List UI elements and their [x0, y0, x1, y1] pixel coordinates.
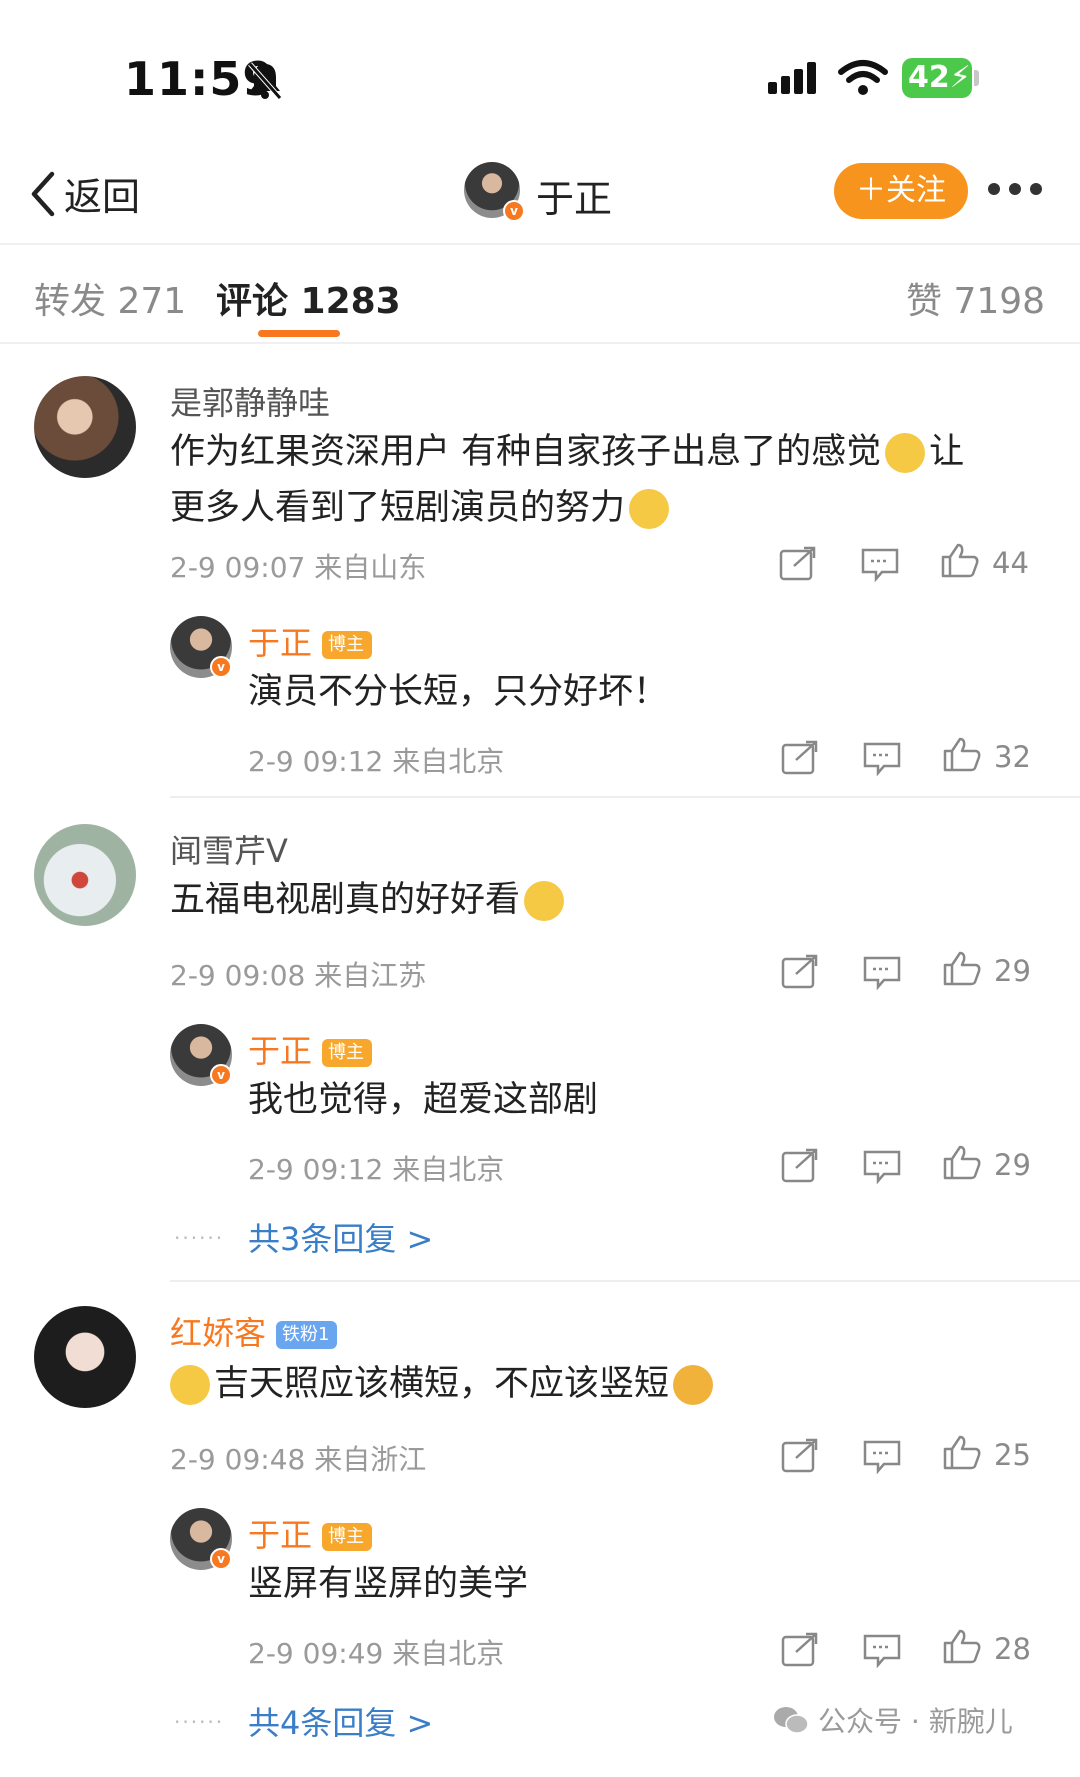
like-icon[interactable] [942, 1434, 982, 1470]
comment-meta: 2-9 09:48 来自浙江 [170, 1443, 427, 1476]
comment-icon[interactable] [862, 740, 902, 776]
like-icon[interactable] [940, 542, 980, 578]
comment-meta: 2-9 09:07 来自山东 [170, 551, 427, 584]
like-count: 44 [992, 546, 1029, 580]
avatar[interactable] [34, 376, 136, 478]
share-icon[interactable] [780, 1438, 820, 1474]
verified-icon: v [210, 1548, 232, 1570]
comment-meta: 2-9 09:08 来自江苏 [170, 959, 427, 992]
like-count: 32 [994, 740, 1031, 774]
replies-dots: ······ [174, 1226, 225, 1250]
reply-text: 竖屏有竖屏的美学 [248, 1564, 529, 1604]
reply-text: 演员不分长短，只分好坏！ [248, 672, 669, 712]
replies-dots: ······ [174, 1710, 225, 1734]
share-icon[interactable] [780, 1148, 820, 1184]
like-count: 25 [994, 1438, 1031, 1472]
active-tab-indicator [258, 330, 340, 337]
owner-badge: 博主 [322, 1039, 373, 1067]
share-icon[interactable] [778, 546, 818, 582]
like-icon[interactable] [942, 1628, 982, 1664]
reply-username[interactable]: 于正 博主 [248, 618, 373, 664]
comment-icon[interactable] [862, 1148, 902, 1184]
tab-reposts[interactable]: 转发 271 [34, 272, 186, 324]
reply-meta: 2-9 09:12 来自北京 [248, 745, 505, 778]
fan-badge: 铁粉1 [276, 1321, 338, 1349]
reply-username[interactable]: 于正 博主 [248, 1510, 373, 1556]
divider [0, 342, 1080, 344]
reply-meta: 2-9 09:12 来自北京 [248, 1153, 505, 1186]
comment-icon[interactable] [862, 1632, 902, 1668]
laugh-emoji-icon [170, 1365, 210, 1405]
avatar[interactable] [34, 1306, 136, 1408]
verified-icon: v [503, 200, 525, 222]
verified-icon: v [210, 656, 232, 678]
comment-icon[interactable] [862, 1438, 902, 1474]
comment-text: 吉天照应该横短，不应该竖短 [170, 1356, 717, 1412]
more-options-icon[interactable] [988, 174, 1042, 204]
comment-icon[interactable] [862, 954, 902, 990]
smile-emoji-icon [524, 881, 565, 921]
share-icon[interactable] [780, 740, 820, 776]
wifi-icon [838, 60, 888, 95]
comment-text: 作为红果资深用户 有种自家孩子出息了的感觉让 更多人看到了短剧演员的努力 [170, 432, 965, 529]
comment-icon[interactable] [860, 546, 900, 582]
like-count: 28 [994, 1632, 1031, 1666]
back-button[interactable]: 返回 [28, 166, 140, 221]
comment-username[interactable]: 红娇客 铁粉1 [170, 1308, 338, 1354]
share-icon[interactable] [780, 954, 820, 990]
tab-likes[interactable]: 赞 7198 [906, 272, 1045, 324]
wechat-icon [774, 1707, 809, 1734]
owner-badge: 博主 [322, 1523, 373, 1551]
reply-text: 我也觉得，超爱这部剧 [248, 1080, 599, 1120]
watermark: 公众号 · 新腕儿 [772, 1700, 1013, 1740]
comment-username[interactable]: 闻雪芹V [170, 826, 288, 872]
comment-text: 五福电视剧真的好好看 [170, 872, 568, 928]
avatar[interactable] [34, 824, 136, 926]
verified-icon: v [210, 1064, 232, 1086]
like-count: 29 [994, 954, 1031, 988]
tab-comments[interactable]: 评论 1283 [216, 272, 401, 324]
page-title: 于正 [536, 177, 613, 221]
battery-indicator: 42⚡ [902, 58, 972, 98]
crying-emoji-icon [885, 433, 926, 473]
more-replies-link[interactable]: 共3条回复 > [248, 1214, 433, 1260]
reply-meta: 2-9 09:49 来自北京 [248, 1637, 505, 1670]
follow-button[interactable]: ＋关注 [834, 163, 968, 219]
cellular-signal-icon [768, 62, 816, 94]
like-icon[interactable] [942, 1144, 982, 1180]
more-replies-link[interactable]: 共4条回复 > [248, 1698, 433, 1744]
sweat-emoji-icon [673, 1365, 714, 1405]
battery-tip [974, 70, 979, 86]
like-icon[interactable] [942, 736, 982, 772]
divider [0, 243, 1080, 245]
like-count: 29 [994, 1148, 1031, 1182]
laugh-cry-emoji-icon [629, 489, 670, 529]
reply-username[interactable]: 于正 博主 [248, 1026, 373, 1072]
like-icon[interactable] [942, 950, 982, 986]
divider [170, 1280, 1080, 1282]
muted-bell-icon [248, 62, 282, 100]
share-icon[interactable] [780, 1632, 820, 1668]
owner-badge: 博主 [322, 631, 373, 659]
chevron-left-icon [31, 171, 55, 216]
divider [170, 796, 1080, 798]
comment-username[interactable]: 是郭静静哇 [170, 378, 330, 424]
back-label: 返回 [64, 175, 141, 219]
